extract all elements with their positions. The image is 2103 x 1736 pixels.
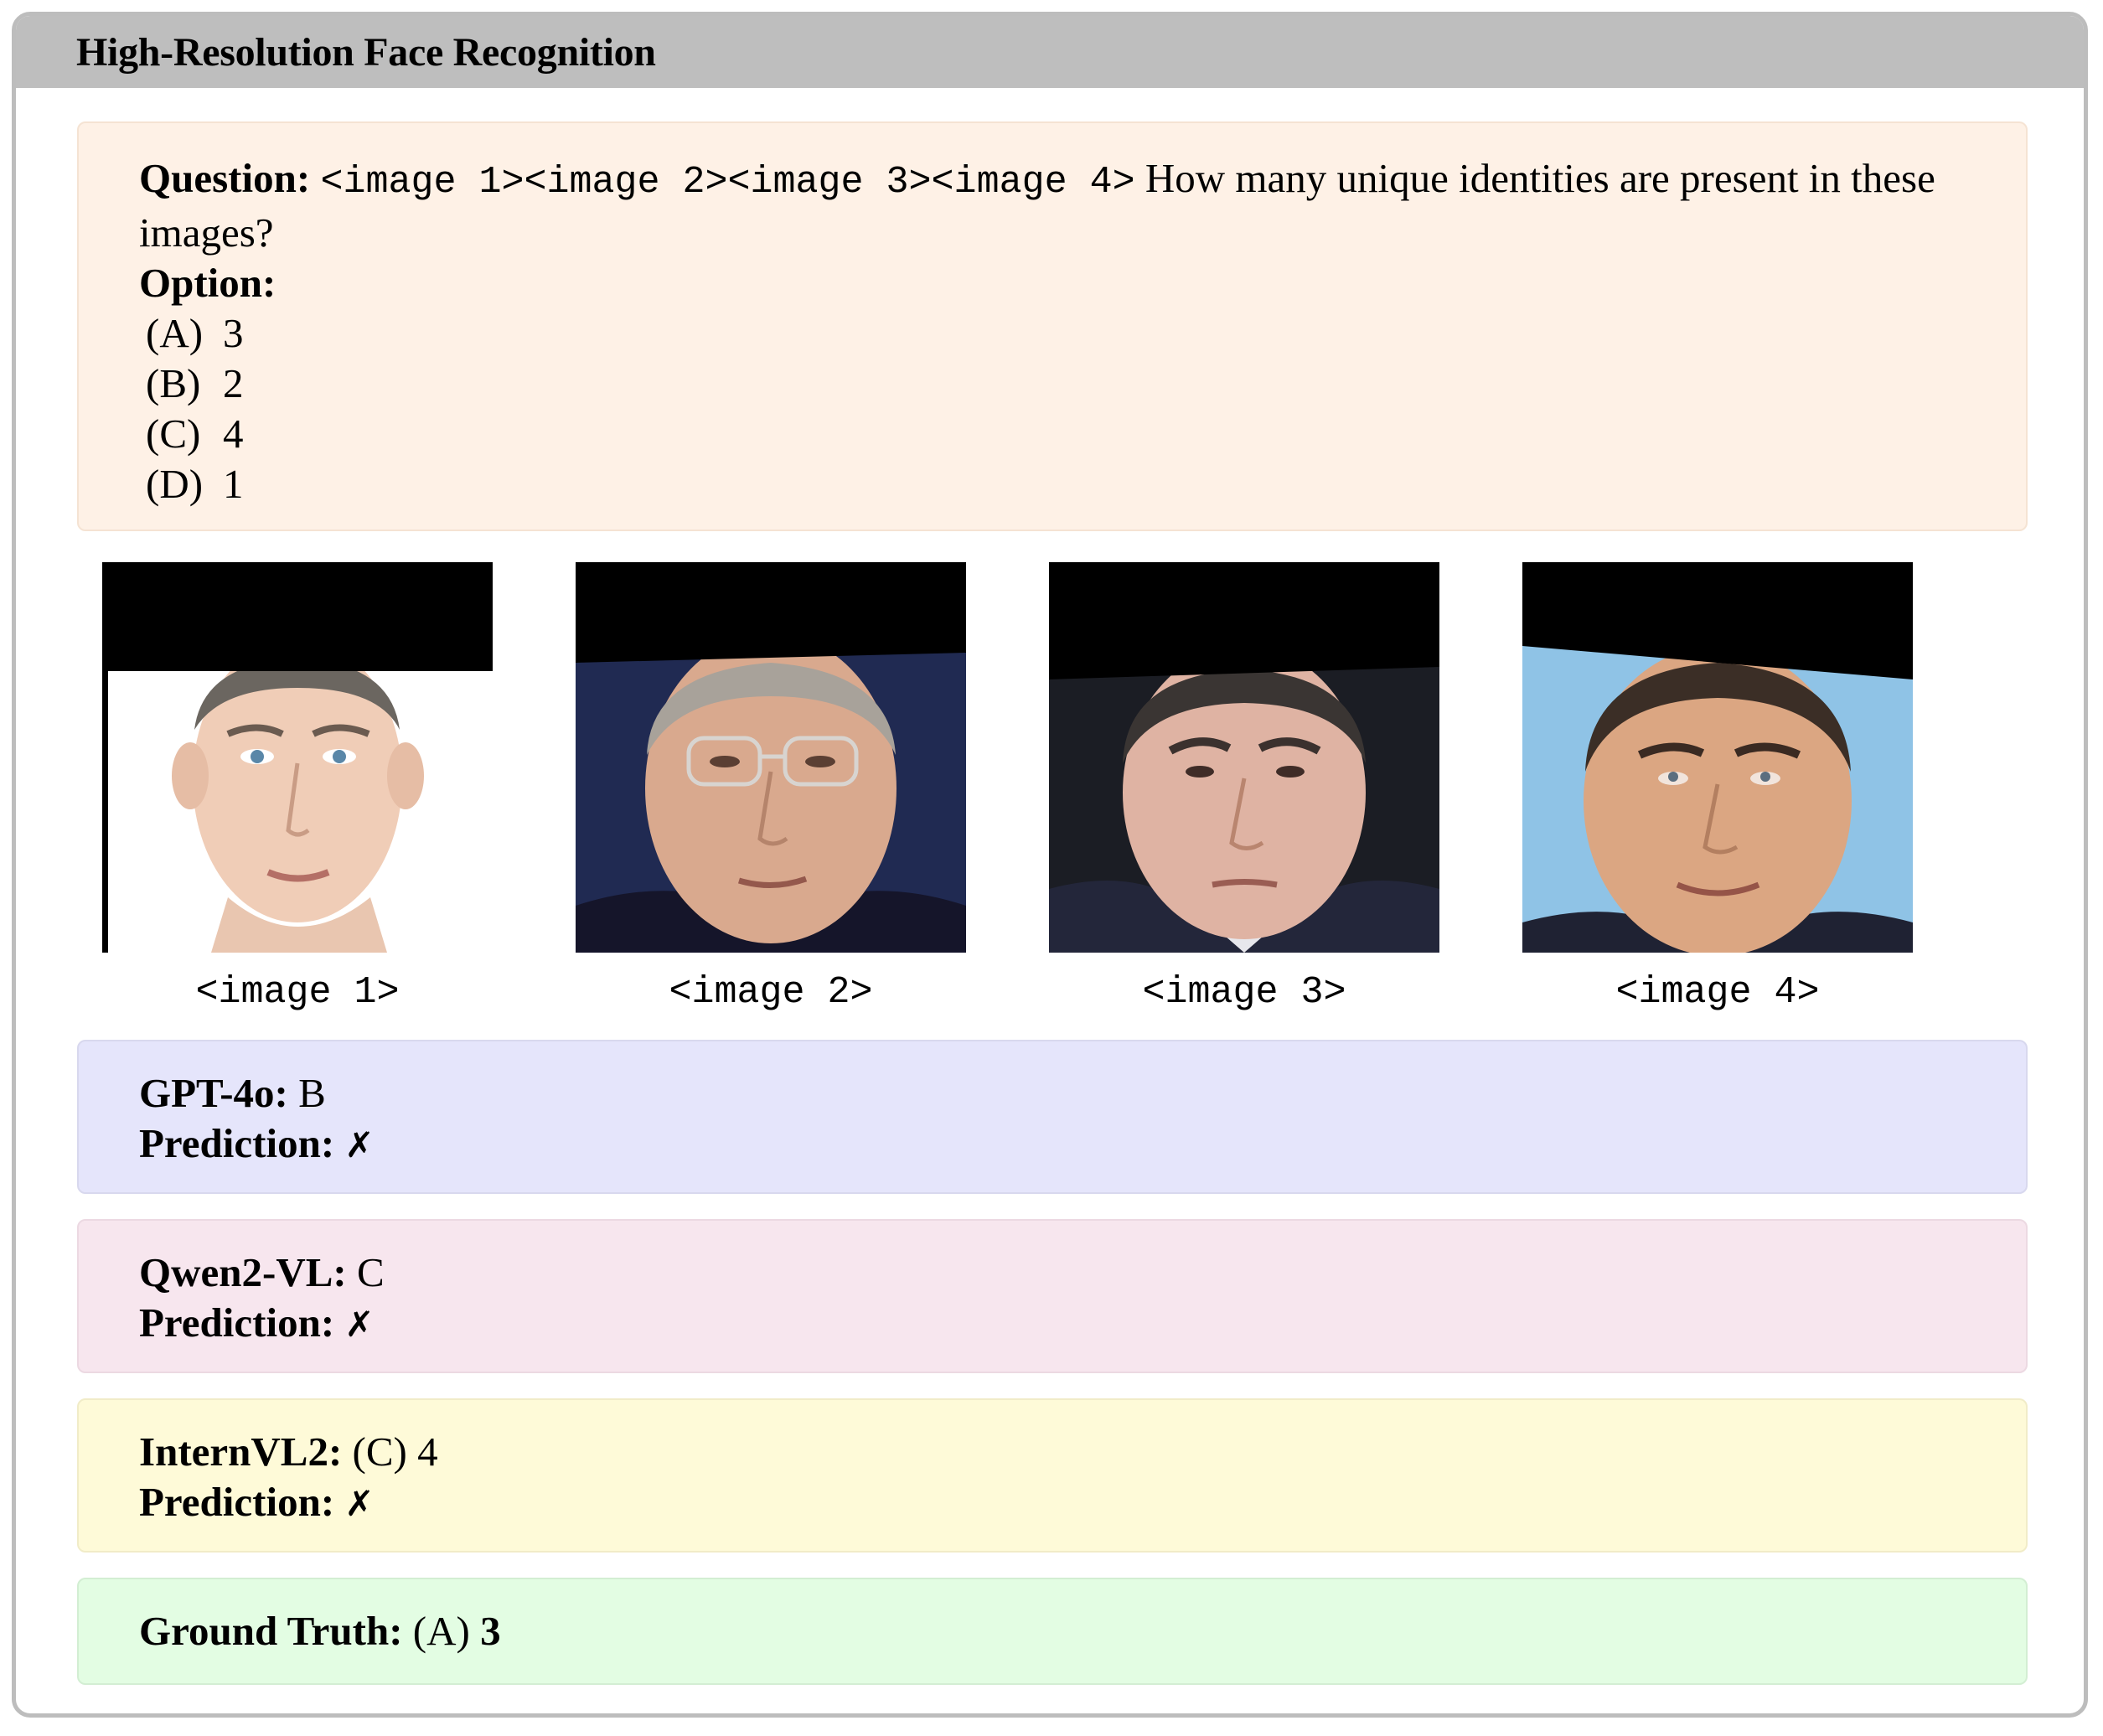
model-answer-line: GPT-4o: B <box>139 1068 2026 1119</box>
prediction-label: Prediction: <box>139 1299 335 1346</box>
option-item: (C) 4 <box>139 409 1976 459</box>
prediction-box-internvl2: InternVL2: (C) 4 Prediction: ✗ <box>77 1398 2028 1553</box>
cross-mark-icon: ✗ <box>344 1304 375 1345</box>
model-answer: C <box>356 1249 385 1295</box>
model-name: GPT-4o: <box>139 1070 288 1116</box>
option-value: 1 <box>223 461 244 507</box>
option-value: 4 <box>223 411 244 457</box>
option-key: (C) <box>146 411 201 457</box>
image-caption-3: <image 3> <box>1142 971 1346 1014</box>
ground-truth-value: 3 <box>480 1608 501 1654</box>
prediction-box-qwen2vl: Qwen2-VL: C Prediction: ✗ <box>77 1219 2028 1373</box>
question-image-refs: <image 1><image 2><image 3><image 4> <box>320 161 1135 204</box>
image-cell-3: <image 3> <box>1049 562 1439 1014</box>
ground-truth-label: Ground Truth: <box>139 1608 403 1654</box>
example-card: High-Resolution Face Recognition Questio… <box>12 12 2088 1718</box>
face-image-4 <box>1522 562 1913 953</box>
image-caption-4: <image 4> <box>1615 971 1820 1014</box>
image-cell-1: <image 1> <box>102 562 493 1014</box>
image-cell-4: <image 4> <box>1522 562 1913 1014</box>
model-answer-line: Qwen2-VL: C <box>139 1248 2026 1298</box>
model-name: InternVL2: <box>139 1429 343 1475</box>
question-line: Question: <image 1><image 2><image 3><im… <box>139 153 1976 258</box>
face-image-3 <box>1049 562 1439 953</box>
prediction-label: Prediction: <box>139 1479 335 1525</box>
option-key: (A) <box>146 310 204 356</box>
cross-mark-icon: ✗ <box>344 1124 375 1165</box>
option-label: Option: <box>139 260 276 306</box>
option-item: (B) 2 <box>139 359 1976 409</box>
option-value: 2 <box>223 360 244 406</box>
option-key: (B) <box>146 360 201 406</box>
option-key: (D) <box>146 461 204 507</box>
image-cell-2: <image 2> <box>576 562 966 1014</box>
option-item: (A) 3 <box>139 308 1976 359</box>
ground-truth-key: (A) <box>412 1608 470 1654</box>
image-caption-1: <image 1> <box>195 971 400 1014</box>
option-value: 3 <box>223 310 244 356</box>
question-label: Question: <box>139 155 311 201</box>
prediction-line: Prediction: ✗ <box>139 1298 2026 1350</box>
model-name: Qwen2-VL: <box>139 1249 347 1295</box>
prediction-line: Prediction: ✗ <box>139 1477 2026 1529</box>
prediction-label: Prediction: <box>139 1120 335 1166</box>
model-answer: (C) 4 <box>352 1429 438 1475</box>
ground-truth-box: Ground Truth: (A) 3 <box>77 1578 2028 1685</box>
card-header: High-Resolution Face Recognition <box>16 16 2084 88</box>
option-item: (D) 1 <box>139 459 1976 509</box>
model-answer-line: InternVL2: (C) 4 <box>139 1427 2026 1477</box>
face-image-1 <box>102 562 493 953</box>
model-answer: B <box>298 1070 326 1116</box>
face-image-2 <box>576 562 966 953</box>
option-list: (A) 3 (B) 2 (C) 4 (D) 1 <box>139 308 1976 509</box>
question-box: Question: <image 1><image 2><image 3><im… <box>77 121 2028 531</box>
image-row: <image 1> <image 2> <image 3> <image 4> <box>16 562 2084 1031</box>
image-caption-2: <image 2> <box>669 971 873 1014</box>
card-title: High-Resolution Face Recognition <box>76 29 656 75</box>
option-label-line: Option: <box>139 258 1976 308</box>
cross-mark-icon: ✗ <box>344 1483 375 1524</box>
prediction-box-gpt4o: GPT-4o: B Prediction: ✗ <box>77 1040 2028 1194</box>
prediction-line: Prediction: ✗ <box>139 1119 2026 1170</box>
